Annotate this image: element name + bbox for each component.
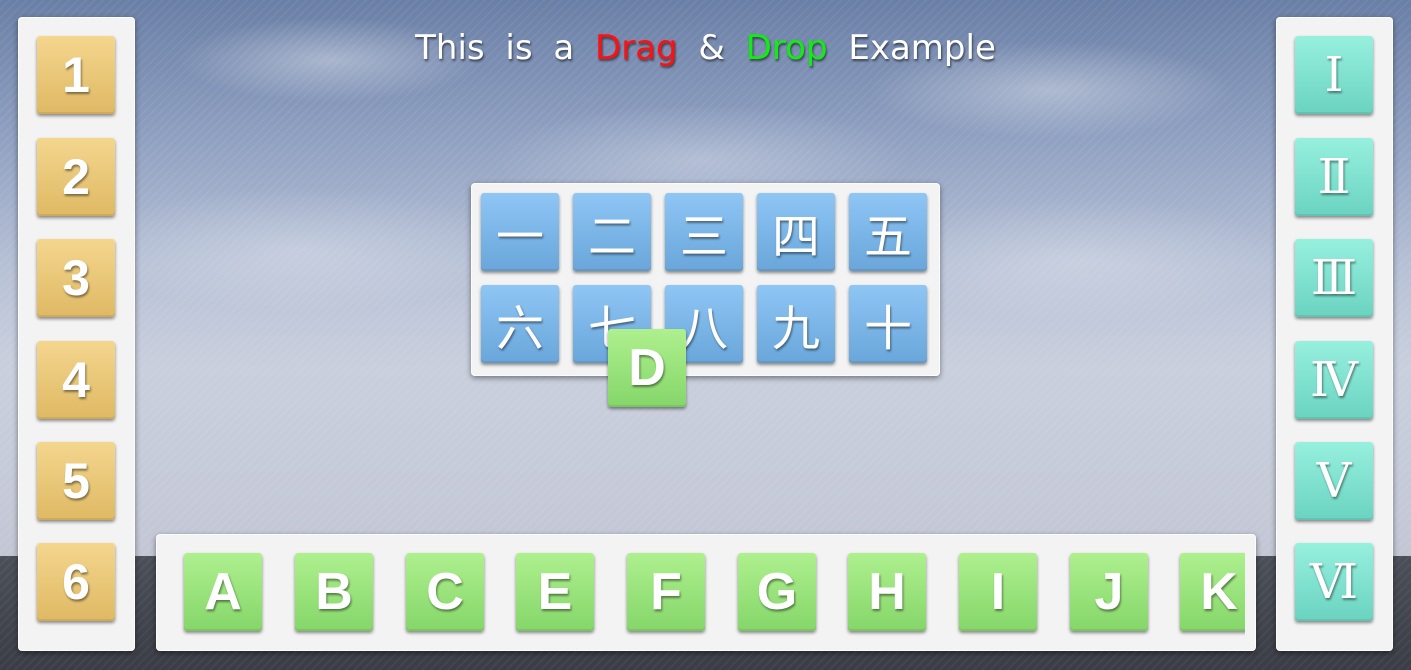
tile-number-6[interactable]: 6 bbox=[37, 543, 115, 621]
tile-chinese-5[interactable]: 五 bbox=[849, 193, 927, 271]
tile-letter-j[interactable]: J bbox=[1070, 553, 1148, 631]
title-word-drag: Drag bbox=[595, 28, 678, 68]
tile-letter-g[interactable]: G bbox=[738, 553, 816, 631]
tile-chinese-2[interactable]: 二 bbox=[573, 193, 651, 271]
tile-chinese-3[interactable]: 三 bbox=[665, 193, 743, 271]
title-ampersand: & bbox=[698, 28, 725, 68]
tile-number-2[interactable]: 2 bbox=[37, 138, 115, 216]
title-text-end: Example bbox=[848, 28, 996, 68]
tile-roman-3[interactable]: Ⅲ bbox=[1295, 239, 1373, 317]
title-word-drop: Drop bbox=[745, 28, 828, 68]
tile-roman-5[interactable]: Ⅴ bbox=[1295, 442, 1373, 520]
tile-number-3[interactable]: 3 bbox=[37, 239, 115, 317]
tile-roman-2[interactable]: Ⅱ bbox=[1295, 138, 1373, 216]
tile-letter-h[interactable]: H bbox=[848, 553, 926, 631]
tile-number-1[interactable]: 1 bbox=[37, 36, 115, 114]
page-title: This is a Drag & Drop Example bbox=[0, 28, 1411, 68]
bottom-tile-scroll-area[interactable]: A B C E F G H I J K bbox=[156, 534, 1245, 651]
bottom-tile-tray: A B C E F G H I J K bbox=[156, 534, 1256, 651]
tile-letter-a[interactable]: A bbox=[184, 553, 262, 631]
tile-roman-1[interactable]: Ⅰ bbox=[1295, 36, 1373, 114]
tile-chinese-10[interactable]: 十 bbox=[849, 285, 927, 363]
tile-chinese-6[interactable]: 六 bbox=[481, 285, 559, 363]
dragged-tile-letter-d[interactable]: D bbox=[608, 329, 686, 407]
tile-chinese-4[interactable]: 四 bbox=[757, 193, 835, 271]
tile-number-5[interactable]: 5 bbox=[37, 442, 115, 520]
tile-letter-k[interactable]: K bbox=[1180, 553, 1245, 631]
game-stage: This is a Drag & Drop Example 1 2 3 4 5 … bbox=[0, 0, 1411, 670]
tile-chinese-1[interactable]: 一 bbox=[481, 193, 559, 271]
tile-roman-4[interactable]: Ⅳ bbox=[1295, 341, 1373, 419]
tile-roman-6[interactable]: Ⅵ bbox=[1295, 543, 1373, 621]
tile-letter-f[interactable]: F bbox=[627, 553, 705, 631]
tile-letter-c[interactable]: C bbox=[406, 553, 484, 631]
tile-letter-i[interactable]: I bbox=[959, 553, 1037, 631]
tile-letter-b[interactable]: B bbox=[295, 553, 373, 631]
tile-letter-e[interactable]: E bbox=[516, 553, 594, 631]
tile-number-4[interactable]: 4 bbox=[37, 341, 115, 419]
left-tile-tray: 1 2 3 4 5 6 bbox=[18, 17, 135, 651]
tile-chinese-9[interactable]: 九 bbox=[757, 285, 835, 363]
right-tile-tray: Ⅰ Ⅱ Ⅲ Ⅳ Ⅴ Ⅵ bbox=[1276, 17, 1393, 651]
title-text-start: This is a bbox=[415, 28, 575, 68]
center-drop-grid: 一 二 三 四 五 六 七 八 九 十 bbox=[471, 183, 940, 376]
